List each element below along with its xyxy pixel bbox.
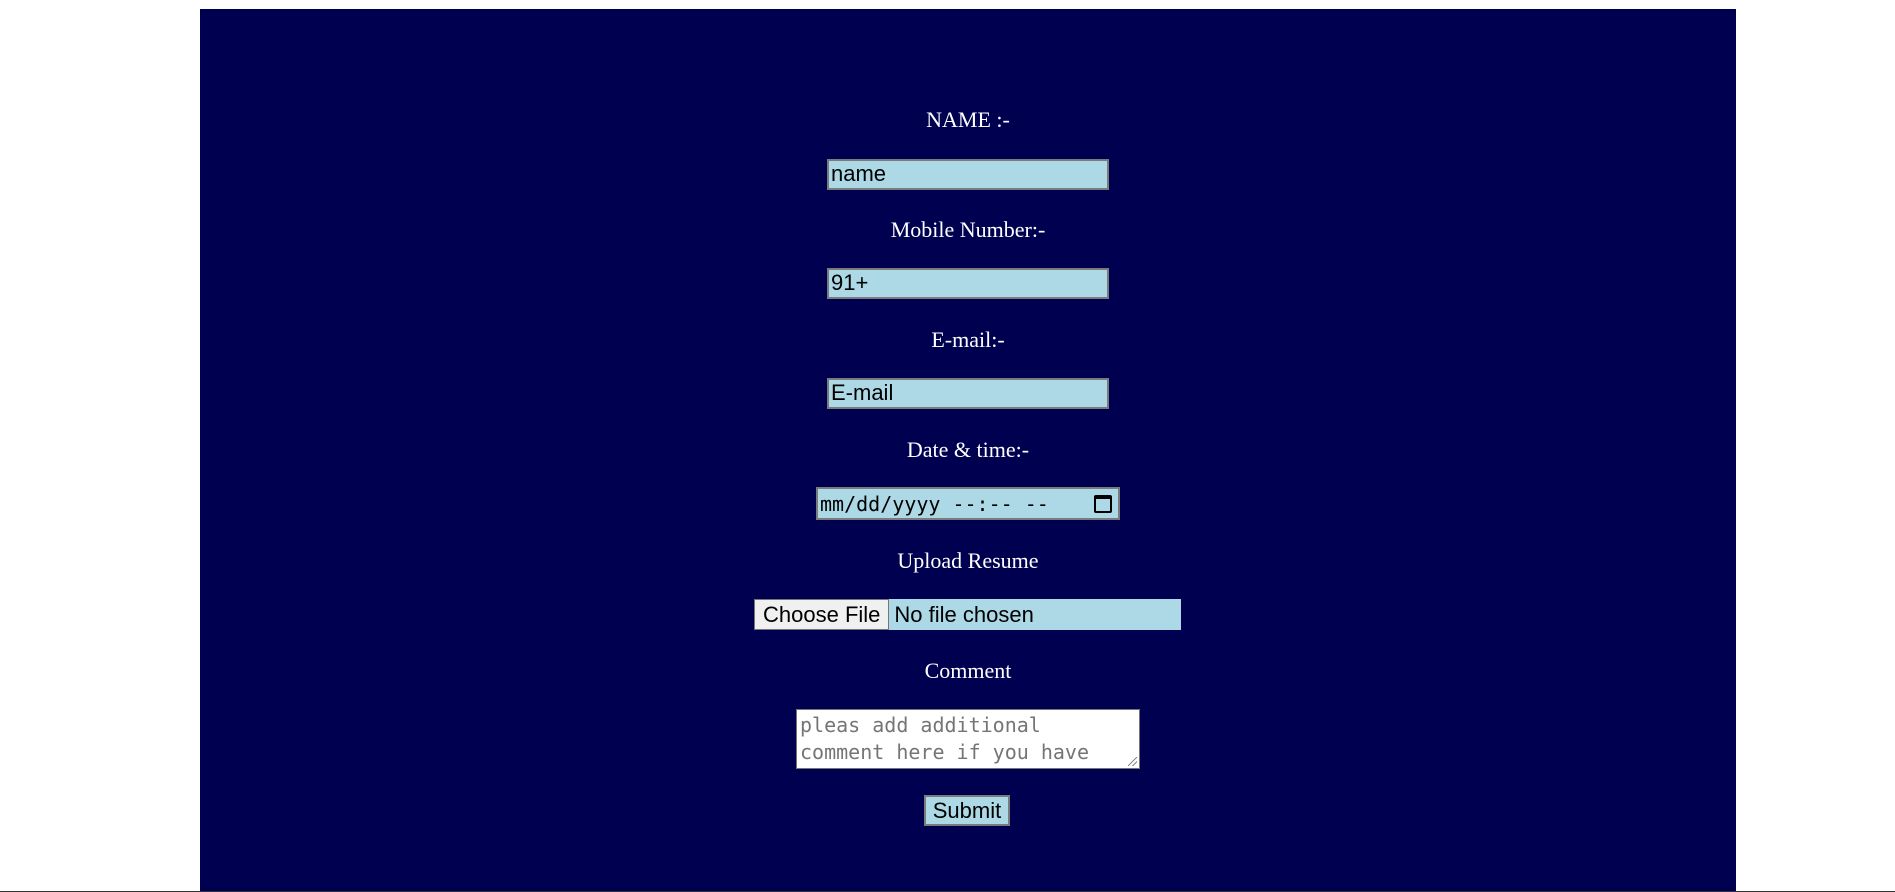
- form-panel: NAME :- name Mobile Number:- 91+ E-mail:…: [200, 9, 1736, 892]
- datetime-value: mm/dd/yyyy --:-- --: [820, 491, 1049, 516]
- choose-file-button[interactable]: Choose File: [754, 599, 890, 630]
- name-input[interactable]: name: [827, 159, 1109, 190]
- datetime-label: Date & time:-: [906, 437, 1030, 462]
- resize-handle-icon[interactable]: [1128, 757, 1137, 766]
- mobile-input[interactable]: 91+: [827, 268, 1109, 299]
- mobile-label: Mobile Number:-: [890, 217, 1046, 242]
- file-status-text: No file chosen: [894, 601, 1034, 627]
- email-input[interactable]: E-mail: [827, 378, 1109, 409]
- submit-button[interactable]: Submit: [924, 795, 1010, 826]
- datetime-input[interactable]: mm/dd/yyyy --:-- --: [816, 487, 1120, 520]
- email-label: E-mail:-: [931, 327, 1005, 352]
- file-input[interactable]: Choose File No file chosen: [754, 599, 1181, 630]
- upload-label: Upload Resume: [897, 548, 1039, 573]
- comment-placeholder: pleas add additional comment here if you…: [800, 713, 1089, 764]
- name-label: NAME :-: [926, 107, 1010, 132]
- comment-textarea[interactable]: pleas add additional comment here if you…: [796, 709, 1140, 769]
- calendar-icon[interactable]: [1094, 494, 1112, 513]
- comment-label: Comment: [924, 658, 1012, 683]
